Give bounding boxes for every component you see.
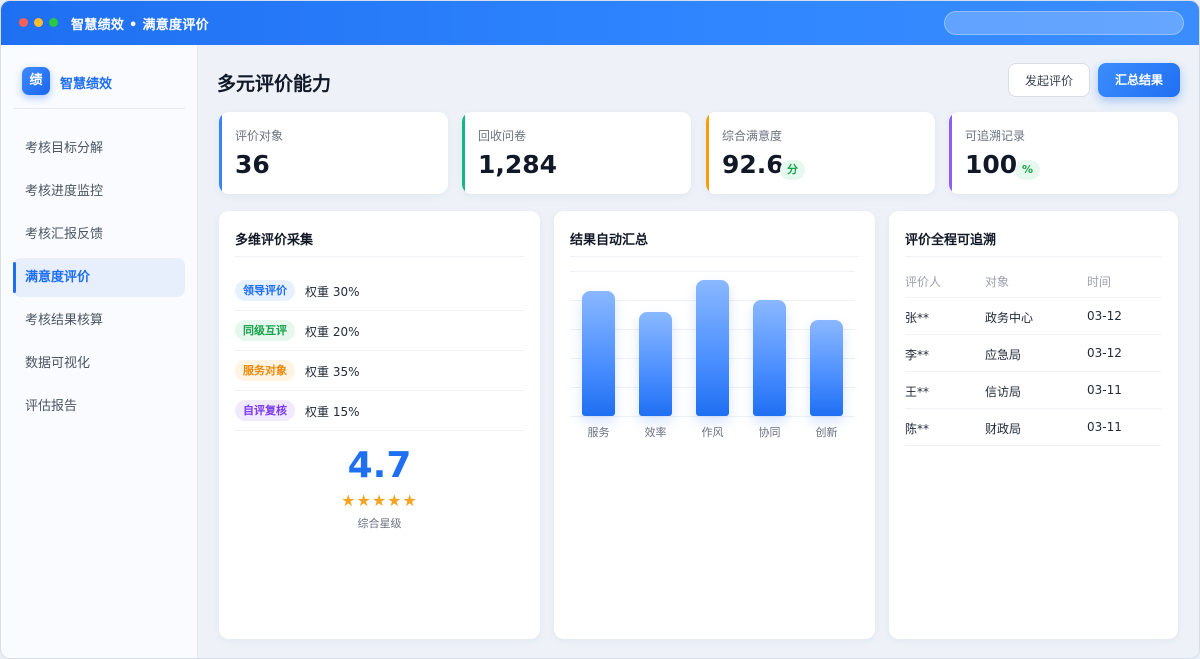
source-tag: 服务对象 [235, 360, 295, 381]
sidebar-item-assessment-report[interactable]: 评估报告 [13, 387, 185, 426]
sidebar-item-progress-monitor[interactable]: 考核进度监控 [13, 172, 185, 211]
target-cell: 信访局 [985, 385, 1022, 399]
divider [570, 256, 859, 257]
weight-value: 权重 30% [305, 285, 360, 299]
weight-value: 权重 35% [305, 365, 360, 379]
stat-unit-badge: % [1015, 160, 1041, 180]
target-cell: 财政局 [985, 422, 1022, 436]
time-cell: 03-11 [1087, 420, 1122, 434]
stat-label: 可追溯记录 [965, 129, 1026, 143]
chart-bar[interactable] [639, 312, 672, 416]
column-header-evaluator: 评价人 [905, 275, 942, 289]
sidebar-item-result-accounting[interactable]: 考核结果核算 [13, 301, 185, 340]
time-cell: 03-11 [1087, 383, 1122, 397]
time-cell: 03-12 [1087, 309, 1122, 323]
star-rating-icon: ★★★★★ [341, 491, 418, 510]
chart-category-label: 协同 [758, 426, 781, 439]
sidebar-nav: 考核目标分解 考核进度监控 考核汇报反馈 满意度评价 考核结果核算 数据可视化 … [13, 129, 185, 430]
source-tag: 领导评价 [235, 280, 295, 301]
brand: 绩 智慧绩效 [13, 45, 185, 109]
list-item: 自评复核 权重 15% [235, 391, 524, 431]
summarize-results-button[interactable]: 汇总结果 [1098, 63, 1180, 97]
chart-bar[interactable] [696, 280, 729, 416]
panel-title: 评价全程可追溯 [905, 233, 997, 248]
start-evaluation-button[interactable]: 发起评价 [1008, 63, 1090, 97]
source-tag: 自评复核 [235, 400, 295, 421]
search-input[interactable] [944, 11, 1184, 35]
stat-card-traceable: 可追溯记录 100 % [949, 112, 1178, 194]
chart-gridline [570, 271, 855, 272]
stat-unit-badge: 分 [780, 160, 805, 180]
source-tag: 同级互评 [235, 320, 295, 341]
chart-category-label: 作风 [701, 426, 724, 439]
column-header-time: 时间 [1087, 275, 1112, 289]
evaluator-cell: 王** [905, 385, 930, 399]
multi-dimension-collect-panel: 多维评价采集 领导评价 权重 30% 同级互评 权重 20% 服务对象 权重 3… [219, 211, 540, 639]
stat-label: 评价对象 [235, 129, 284, 143]
minimize-window-button[interactable] [34, 18, 43, 27]
target-cell: 应急局 [985, 348, 1022, 362]
brand-logo-icon: 绩 [22, 67, 50, 95]
sidebar-item-visualization[interactable]: 数据可视化 [13, 344, 185, 383]
stat-value: 36 [235, 150, 270, 179]
brand-name: 智慧绩效 [60, 77, 113, 92]
stat-label: 回收问卷 [478, 129, 527, 143]
stat-card-satisfaction: 综合满意度 92.6 分 [706, 112, 935, 194]
stat-label: 综合满意度 [722, 129, 783, 143]
column-header-target: 对象 [985, 275, 1010, 289]
sidebar-item-report-feedback[interactable]: 考核汇报反馈 [13, 215, 185, 254]
divider [905, 256, 1161, 257]
table-row[interactable]: 王** 信访局 03-11 [905, 371, 1161, 408]
evaluator-cell: 李** [905, 348, 930, 362]
sidebar-item-goal-breakdown[interactable]: 考核目标分解 [13, 129, 185, 168]
close-window-button[interactable] [19, 18, 28, 27]
stat-value: 100 [965, 150, 1018, 179]
summary-bar-chart: 服务 效率 作风 协同 创新 [570, 271, 855, 446]
trace-panel: 评价全程可追溯 评价人 对象 时间 张** 政务中心 03-12 李** 应急局… [889, 211, 1178, 639]
evaluator-cell: 陈** [905, 422, 930, 436]
chart-category-label: 服务 [587, 426, 610, 439]
maximize-window-button[interactable] [49, 18, 58, 27]
sidebar-item-satisfaction[interactable]: 满意度评价 [13, 258, 185, 297]
auto-summary-panel: 结果自动汇总 服务 效率 作风 协同 创新 [554, 211, 875, 639]
table-row[interactable]: 陈** 财政局 03-11 [905, 408, 1161, 446]
weight-value: 权重 15% [305, 405, 360, 419]
chart-bar[interactable] [753, 300, 786, 416]
stat-card-questionnaires: 回收问卷 1,284 [462, 112, 691, 194]
list-item: 服务对象 权重 35% [235, 351, 524, 391]
time-cell: 03-12 [1087, 346, 1122, 360]
stat-value: 1,284 [478, 150, 558, 179]
target-cell: 政务中心 [985, 311, 1034, 325]
chart-bar[interactable] [582, 291, 615, 416]
list-item: 同级互评 权重 20% [235, 311, 524, 351]
stat-value: 92.6 [722, 150, 784, 179]
title-bar: 智慧绩效 • 满意度评价 [1, 1, 1199, 45]
sidebar: 绩 智慧绩效 考核目标分解 考核进度监控 考核汇报反馈 满意度评价 考核结果核算… [1, 45, 198, 658]
panel-title: 多维评价采集 [235, 233, 314, 248]
page-title: 多元评价能力 [217, 73, 332, 95]
overall-score: 4.7 [347, 445, 412, 486]
score-label: 综合星级 [357, 517, 402, 530]
weight-value: 权重 20% [305, 325, 360, 339]
table-row[interactable]: 张** 政务中心 03-12 [905, 297, 1161, 334]
chart-category-label: 创新 [815, 426, 838, 439]
list-item: 领导评价 权重 30% [235, 271, 524, 311]
divider [235, 256, 524, 257]
chart-gridline [570, 416, 855, 417]
chart-category-label: 效率 [644, 426, 667, 439]
panel-title: 结果自动汇总 [570, 233, 649, 248]
chart-bar[interactable] [810, 320, 843, 416]
window-title: 智慧绩效 • 满意度评价 [71, 18, 209, 33]
evaluator-cell: 张** [905, 311, 930, 325]
stat-card-targets: 评价对象 36 [219, 112, 448, 194]
app-window: 智慧绩效 • 满意度评价 绩 智慧绩效 考核目标分解 考核进度监控 考核汇报反馈… [0, 0, 1200, 659]
table-row[interactable]: 李** 应急局 03-12 [905, 334, 1161, 371]
